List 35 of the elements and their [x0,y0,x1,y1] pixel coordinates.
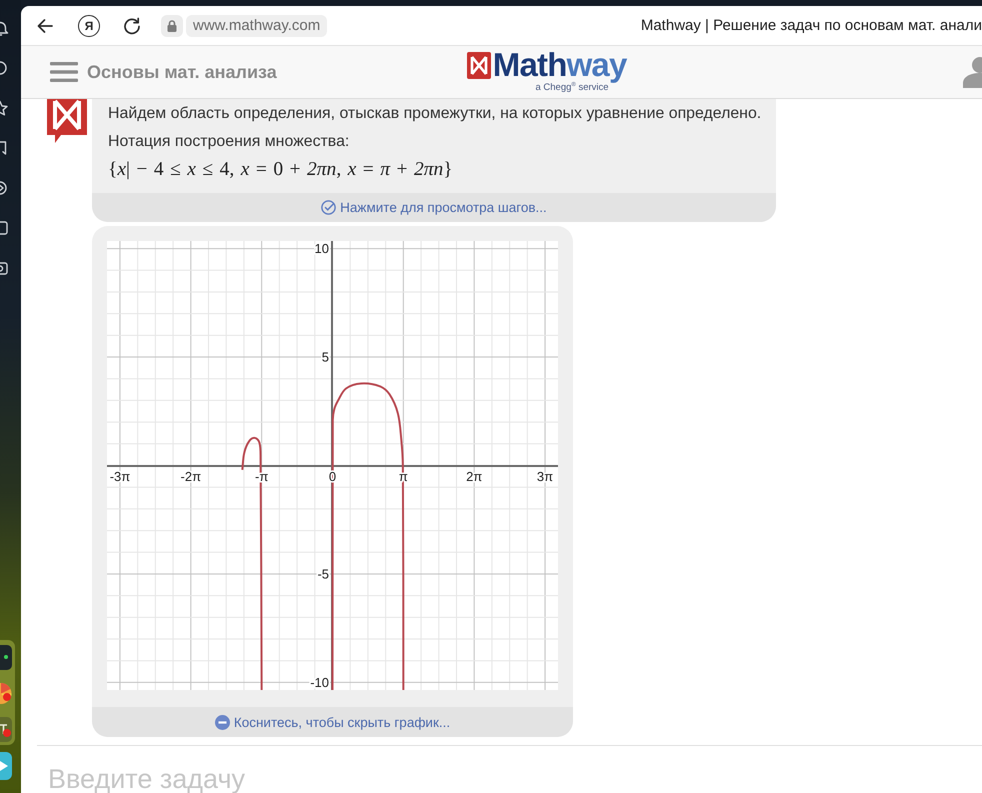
minus-circle-icon [214,714,230,730]
x-tick-label: 3π [536,469,554,484]
page-title: Mathway | Решение задач по основам мат. анали [640,17,982,34]
camera-icon[interactable] [0,260,9,276]
answer-text: Нотация построения множества: [108,132,350,152]
y-tick-label: -5 [317,566,329,582]
answer-text: Найдем область определения, отыскав промежутки, на которых уравнение определено. [108,104,762,124]
x-tick-label: -2π [180,469,202,484]
back-icon[interactable] [36,16,54,34]
reload-icon[interactable] [123,16,141,34]
show-steps-button[interactable]: Нажмите для просмотра шагов... [92,193,776,222]
logo-tagline: a Chegg$^{®}$ service [535,82,609,94]
home-button[interactable]: Я [78,14,100,36]
app-icon[interactable] [0,645,12,670]
app-icon[interactable] [0,752,12,780]
y-tick-label: 5 [322,350,329,365]
set-notation-formula: {x| − 4 ≤ x ≤ 4, x = 0 + 2πn, x = π + 2πn} [108,158,453,182]
user-icon[interactable] [963,56,982,88]
check-circle-icon [321,200,336,215]
address-field[interactable]: www.mathway.com [186,14,328,36]
logo-wordmark: Mathway [492,50,627,80]
bookmark-icon[interactable] [0,140,9,156]
y-tick-label: 10 [314,241,329,256]
hide-graph-button[interactable]: Коснитесь, чтобы скрыть график... [92,707,573,737]
play-icon[interactable] [0,180,9,196]
logo-icon [466,52,491,80]
bell-icon[interactable] [0,20,9,36]
subject-title: Основы мат. анализа [87,62,277,82]
x-tick-label: 2π [466,469,482,484]
y-tick-label: -10 [310,674,329,690]
x-tick-label: -3π [110,469,130,484]
lock-icon [167,20,177,32]
site-info-button[interactable] [161,14,183,36]
problem-input[interactable]: Введите задачу [48,765,648,793]
menu-icon[interactable] [50,62,78,82]
